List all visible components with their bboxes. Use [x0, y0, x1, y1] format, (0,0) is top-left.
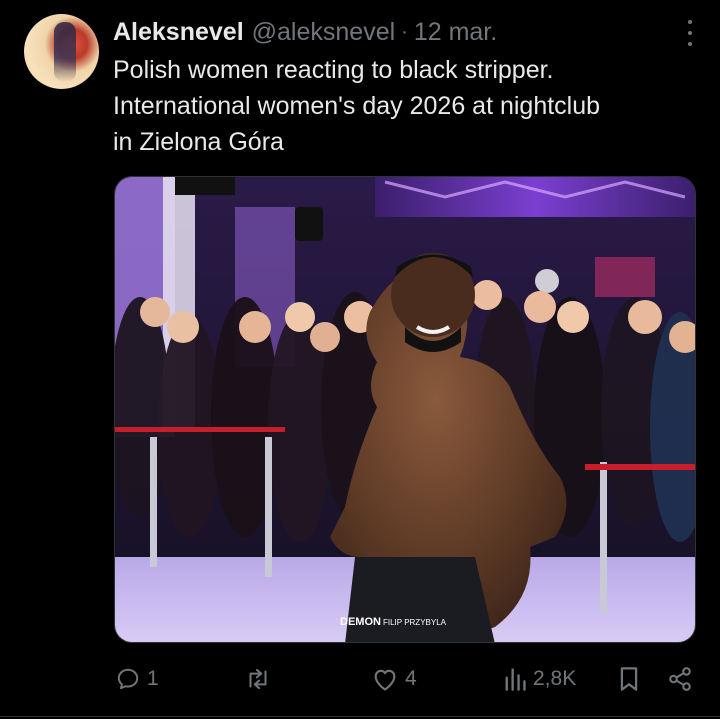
display-name[interactable]: Aleksnevel	[113, 18, 244, 47]
share-button[interactable]	[667, 656, 693, 702]
watermark-brand: DEMON	[340, 616, 381, 628]
views-count: 2,8K	[533, 667, 577, 690]
reply-button[interactable]: 1	[115, 656, 159, 702]
heart-icon	[371, 666, 399, 692]
reply-count: 1	[147, 667, 159, 690]
tweet-header: Aleksnevel @aleksnevel · 12 mar.	[113, 14, 497, 50]
bookmark-button[interactable]	[618, 656, 640, 702]
views-button[interactable]: 2,8K	[503, 656, 576, 702]
views-chart-icon	[503, 666, 527, 692]
tweet-text-line: International women's day 2026 at nightc…	[113, 92, 601, 120]
user-handle[interactable]: @aleksnevel	[252, 18, 396, 47]
tweet-date[interactable]: 12 mar.	[414, 18, 497, 47]
watermark-name: FILIP PRZYBYLA	[383, 618, 447, 627]
bookmark-icon	[618, 666, 640, 692]
repost-button[interactable]	[243, 656, 279, 702]
more-dots-icon[interactable]	[686, 20, 694, 46]
divider	[0, 716, 720, 717]
share-icon	[667, 666, 693, 692]
tweet-text: Polish women reacting to black stripper.…	[113, 52, 703, 160]
nightclub-photo: DEMON FILIP PRZYBYLA	[115, 177, 695, 642]
tweet-photo[interactable]: DEMON FILIP PRZYBYLA	[114, 176, 696, 643]
separator-dot: ·	[401, 20, 408, 43]
tweet-text-line: in Zielona Góra	[113, 128, 284, 156]
like-count: 4	[405, 667, 417, 690]
reply-icon	[115, 666, 141, 692]
avatar[interactable]	[24, 14, 99, 89]
avatar-figure	[54, 22, 76, 82]
tweet-actions: 1 4 2,8K	[0, 656, 720, 702]
tweet-text-line: Polish women reacting to black stripper.	[113, 56, 554, 84]
like-button[interactable]: 4	[371, 656, 417, 702]
repost-icon	[243, 666, 273, 692]
